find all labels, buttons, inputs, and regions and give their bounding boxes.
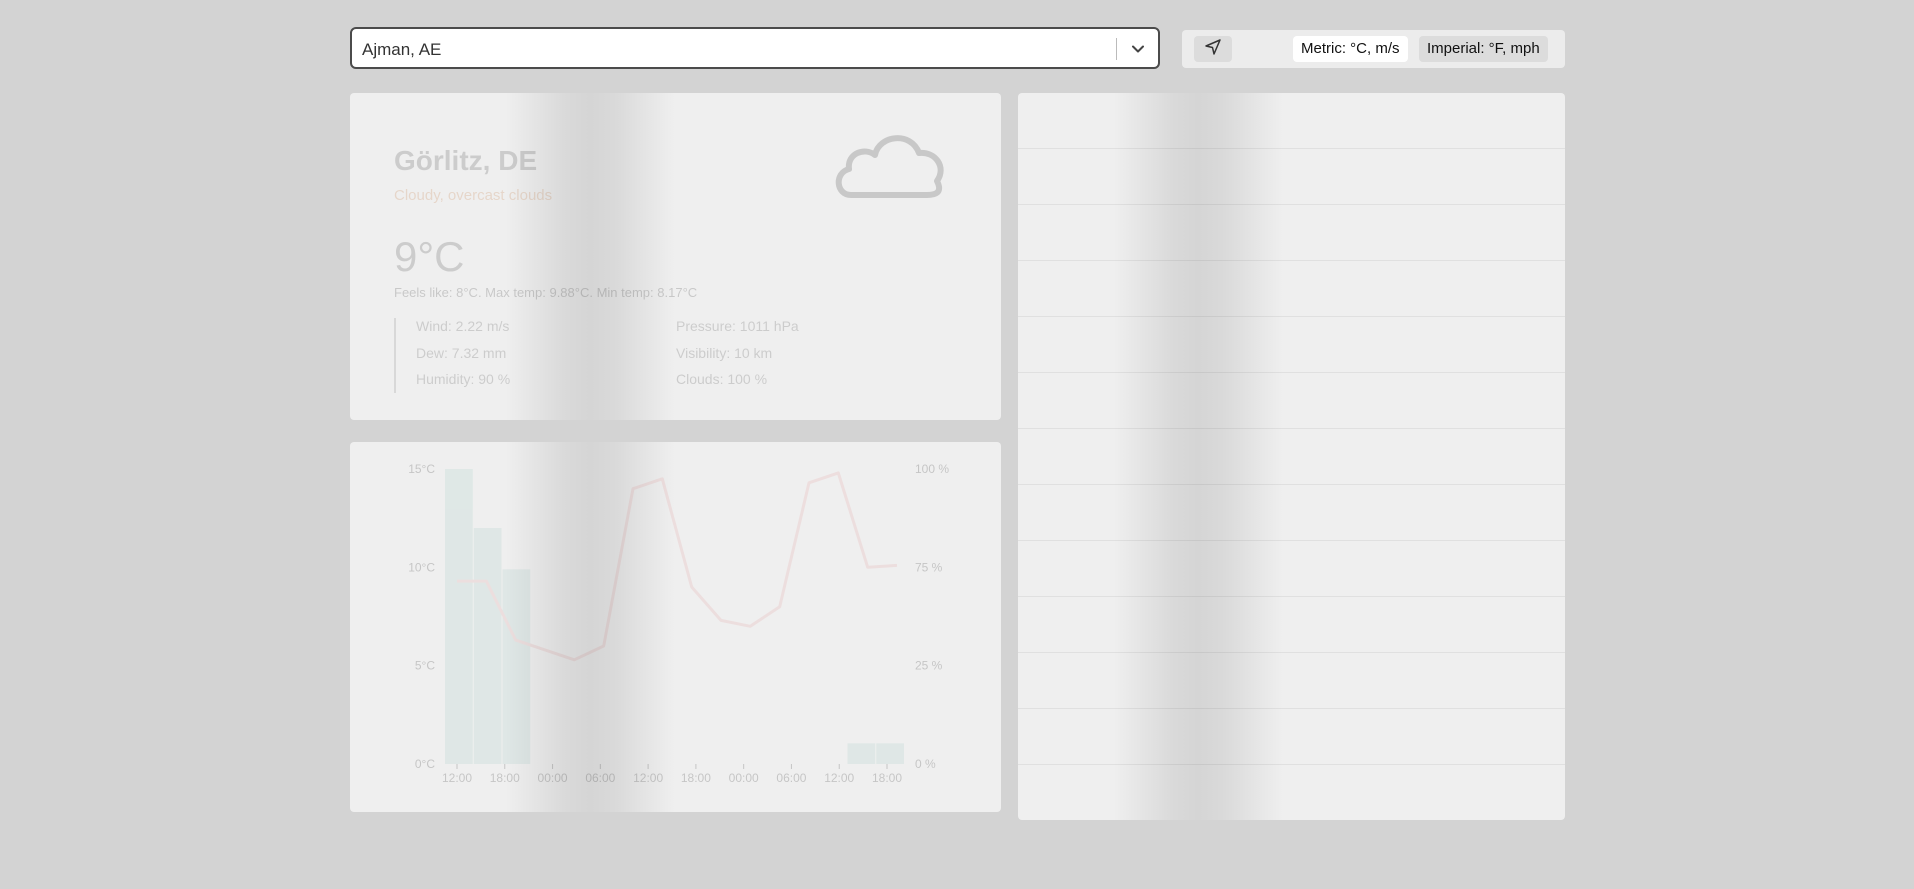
city-search-value[interactable]: Ajman, AE [362,40,441,60]
forecast-list-row [1018,261,1565,317]
forecast-list-row [1018,429,1565,485]
forecast-list-row [1018,653,1565,709]
x-tick-label: 18:00 [490,771,520,785]
x-tick-label: 00:00 [538,771,568,785]
x-tick-label: 12:00 [442,771,472,785]
x-tick-label: 18:00 [872,771,902,785]
forecast-list-row [1018,317,1565,373]
precip-bar [847,743,876,764]
city-name: Görlitz, DE [394,145,538,176]
y-tick-label: 0°C [415,757,435,771]
detail-wind: Wind: 2.22 m/s [416,318,510,334]
cloud-icon [831,123,951,208]
forecast-list-row [1018,93,1565,149]
forecast-list-row [1018,149,1565,205]
y-tick-label: 10°C [408,560,435,574]
y2-tick-label: 75 % [915,560,943,574]
weather-description: Cloudy, overcast clouds [394,187,553,204]
forecast-chart: 15°C 10°C 5°C 0°C 100 % 75 % 25 % 0 % 12:00 18:00… [408,462,949,785]
y2-tick-label: 0 % [915,757,936,771]
current-weather-panel: Görlitz, DE Cloudy, overcast clouds 9°C … [350,93,1001,420]
imperial-units-button[interactable]: Imperial: °F, mph [1419,36,1548,62]
weather-details: Wind: 2.22 m/s Pressure: 1011 hPa Dew: 7… [394,318,814,393]
forecast-chart-panel: 15°C 10°C 5°C 0°C 100 % 75 % 25 % 0 % 12:00 18:00… [350,442,1001,812]
detail-humidity: Humidity: 90 % [416,371,511,388]
precip-bar [876,743,904,764]
forecast-list-panel [1018,93,1565,820]
y2-tick-label: 25 % [915,659,943,673]
unit-toolbar: Metric: °C, m/s Imperial: °F, mph [1182,30,1565,68]
location-arrow-icon [1203,37,1223,62]
detail-dew: Dew: 7.32 mm [416,344,507,361]
y2-tick-label: 100 % [915,462,949,476]
feels-like-line: Feels like: 8°C. Max temp: 9.88°C. Min t… [394,285,698,300]
y-tick-label: 5°C [415,659,435,673]
precip-bar [502,569,531,764]
detail-clouds: Clouds: 100 % [676,371,768,388]
x-tick-label: 18:00 [681,771,711,785]
forecast-list-row [1018,597,1565,653]
city-search-select[interactable]: Ajman, AE [350,27,1160,69]
detail-pressure: Pressure: 1011 hPa [676,318,799,334]
x-tick-label: 12:00 [633,771,663,785]
x-tick-label: 00:00 [729,771,759,785]
forecast-list-row [1018,541,1565,597]
y-tick-label: 15°C [408,462,435,476]
precip-bar [445,469,473,764]
forecast-list-row [1018,709,1565,765]
chevron-down-icon[interactable] [1124,35,1152,63]
search-separator [1116,38,1117,60]
x-tick-label: 06:00 [776,771,806,785]
current-temperature: 9°C [394,233,465,280]
forecast-list-row [1018,485,1565,541]
metric-units-button[interactable]: Metric: °C, m/s [1293,36,1408,62]
detail-visibility: Visibility: 10 km [676,344,773,361]
current-location-button[interactable] [1194,36,1232,62]
forecast-list-row [1018,205,1565,261]
precip-bar [473,528,502,764]
forecast-list-row [1018,373,1565,429]
x-tick-label: 12:00 [824,771,854,785]
x-tick-label: 06:00 [585,771,615,785]
